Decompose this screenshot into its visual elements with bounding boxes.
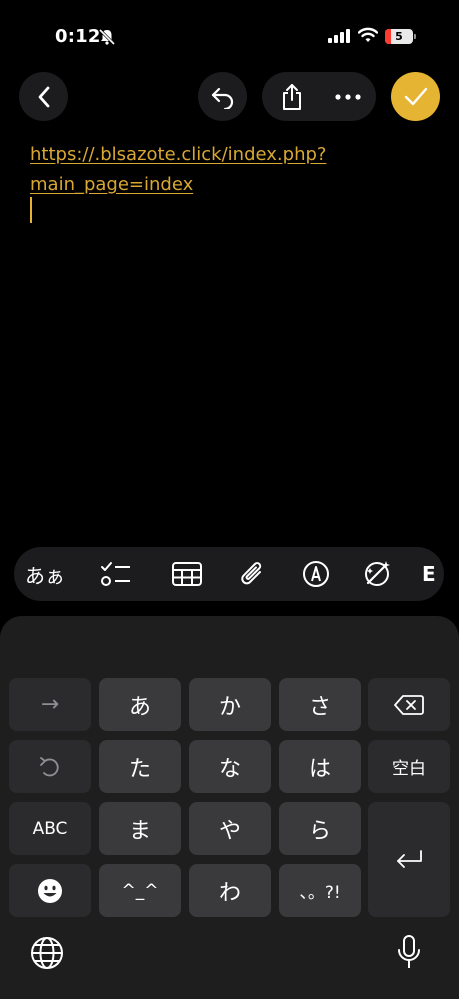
format-toolbar: あぁ E (14, 547, 444, 601)
key-a-label: あ (128, 694, 151, 720)
battery-level: 5 (395, 30, 403, 43)
key-ha-label: は (308, 756, 331, 782)
status-time: 0:12 (55, 26, 101, 47)
chevron-left-icon (38, 86, 49, 107)
apple-intelligence-icon (365, 561, 390, 586)
text-caret (30, 197, 32, 223)
more-button[interactable] (328, 72, 368, 121)
key-sa-label: さ (308, 694, 331, 720)
key-ya-label: や (218, 818, 241, 844)
wifi-icon (358, 27, 378, 42)
attachment-button[interactable] (228, 547, 278, 601)
checklist-button[interactable] (91, 547, 141, 601)
key-ma-label: ま (128, 818, 151, 844)
key-na-label: な (218, 756, 241, 782)
note-link[interactable]: https://.blsazote.click/index.php? main_p… (30, 144, 326, 195)
key-ma[interactable]: ま (99, 802, 181, 855)
undo-key-icon (40, 756, 59, 776)
key-a[interactable]: あ (99, 678, 181, 731)
done-button[interactable] (391, 72, 440, 121)
key-ha[interactable]: は (279, 740, 361, 793)
share-button[interactable] (272, 72, 312, 121)
note-link-line2: main_page=index (30, 174, 194, 195)
globe-icon[interactable] (30, 936, 64, 970)
paperclip-icon (241, 562, 262, 585)
space-key-label: 空白 (392, 759, 426, 779)
space-key[interactable]: 空白 (368, 740, 450, 793)
delete-key[interactable] (368, 678, 450, 731)
abc-key-label: ABC (32, 818, 68, 839)
return-key[interactable] (368, 802, 450, 917)
signal-icon (328, 29, 350, 43)
key-punctuation-label: 、。?! (299, 883, 341, 903)
more-cutoff-icon: E (422, 562, 436, 586)
text-style-button[interactable]: あぁ (20, 547, 70, 601)
battery-nub (414, 34, 416, 39)
key-wa-label: わ (218, 880, 241, 906)
table-button[interactable] (162, 547, 212, 601)
markup-button[interactable] (291, 547, 341, 601)
key-na[interactable]: な (189, 740, 271, 793)
next-char-key[interactable]: → (9, 678, 91, 731)
key-punctuation[interactable]: 、。?! (279, 864, 361, 917)
battery-icon: 5 (385, 29, 413, 44)
key-wa[interactable]: わ (189, 864, 271, 917)
note-body[interactable]: https://.blsazote.click/index.php? main_p… (30, 140, 430, 200)
back-button[interactable] (19, 72, 68, 121)
key-kaomoji[interactable]: ^_^ (99, 864, 181, 917)
undo-button[interactable] (198, 72, 247, 121)
return-icon (397, 849, 422, 868)
more-icon (335, 93, 361, 100)
abc-key[interactable]: ABC (9, 802, 91, 855)
emoji-key[interactable] (9, 864, 91, 917)
writing-tools-button[interactable] (352, 547, 402, 601)
bell-slash-icon (98, 28, 116, 46)
share-icon (283, 83, 301, 110)
key-ka[interactable]: か (189, 678, 271, 731)
delete-icon (394, 694, 424, 715)
status-bar: 0:12 5 (0, 0, 459, 70)
key-ya[interactable]: や (189, 802, 271, 855)
key-ra[interactable]: ら (279, 802, 361, 855)
next-char-label: → (40, 692, 60, 717)
text-style-label: あぁ (25, 563, 65, 588)
key-ka-label: か (218, 694, 241, 720)
key-kaomoji-label: ^_^ (121, 880, 159, 901)
undo-icon (211, 87, 233, 109)
emoji-icon (38, 878, 62, 903)
checklist-icon (101, 562, 130, 586)
key-ra-label: ら (308, 818, 331, 844)
undo-key[interactable] (9, 740, 91, 793)
markup-icon (303, 561, 329, 587)
more-cutoff-button[interactable]: E (422, 547, 444, 601)
key-ta[interactable]: た (99, 740, 181, 793)
microphone-icon[interactable] (397, 935, 421, 971)
key-sa[interactable]: さ (279, 678, 361, 731)
table-icon (172, 562, 202, 586)
key-ta-label: た (128, 756, 151, 782)
share-more-group (262, 72, 376, 121)
note-link-line1: https://.blsazote.click/index.php? (30, 144, 327, 165)
checkmark-icon (404, 87, 427, 105)
